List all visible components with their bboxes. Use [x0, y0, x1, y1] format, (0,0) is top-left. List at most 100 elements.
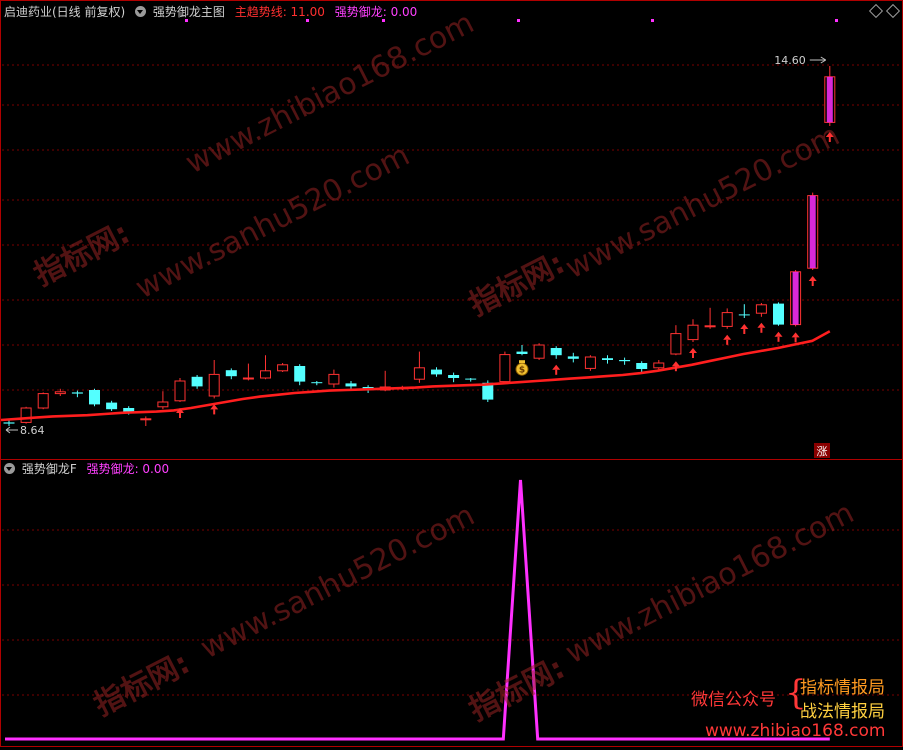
candle-body-up [755, 304, 767, 314]
promo-line1: 指标情报局 [800, 678, 885, 698]
up-arrow-icon [210, 404, 219, 415]
candle-body-down [516, 351, 528, 354]
candle-body-down [106, 402, 118, 410]
candle-body-down [773, 303, 784, 325]
up-arrow-icon [757, 322, 766, 333]
up-arrow-icon [671, 361, 680, 372]
up-arrow-stem [794, 337, 797, 343]
up-arrow-stem [692, 353, 694, 358]
promo-url[interactable]: www.zhibiao168.com [705, 721, 885, 741]
candle-body-up [140, 418, 152, 421]
candle-body-up [328, 373, 340, 385]
candle-body-up [653, 362, 665, 369]
candle-body-up [413, 367, 425, 380]
candle-body-up [584, 356, 596, 369]
marker-dot [651, 19, 654, 22]
up-arrow-stem [828, 137, 831, 142]
marker-dot [382, 19, 385, 22]
candle-body-up [687, 324, 699, 341]
up-arrow-head [825, 132, 834, 137]
candle-body-up [499, 354, 511, 383]
candle-body-up [533, 344, 545, 359]
marker-dot [835, 19, 838, 22]
candle-body-down [191, 376, 203, 387]
candle-body-down [311, 382, 323, 384]
up-arrow-stem [213, 409, 216, 415]
candle-body-down [225, 370, 237, 377]
up-arrow-head [774, 331, 783, 337]
up-arrow-icon [808, 276, 817, 286]
candle-body-up [704, 325, 716, 328]
main-indicator-name[interactable]: 强势御龙主图 [153, 5, 225, 19]
up-arrow-head [723, 334, 732, 340]
up-arrow-stem [811, 281, 814, 286]
up-arrow-stem [726, 339, 729, 345]
sub-dragon-line-value: 强势御龙: 0.00 [86, 462, 170, 476]
up-arrow-head [740, 324, 749, 329]
main-chart-header: 启迪药业(日线 前复权) 强势御龙主图 主趋势线: 11.00 强势御龙: 0.… [4, 5, 417, 19]
candle-body-down [345, 383, 357, 387]
candle-highlight [792, 271, 799, 325]
up-arrow-head [671, 361, 680, 367]
candle-body-up [37, 393, 49, 409]
up-arrow-stem [777, 336, 780, 342]
indicator-dropdown-icon[interactable] [135, 6, 147, 17]
candle-body-up [260, 370, 271, 379]
up-arrow-icon [689, 348, 697, 358]
candle-body-down [619, 360, 631, 362]
up-arrow-stem [555, 369, 558, 375]
window-frame [0, 0, 903, 747]
marker-dot [185, 19, 188, 22]
up-arrow-icon [552, 364, 561, 375]
up-arrow-head [791, 332, 800, 338]
candle-body-up [20, 407, 32, 423]
limit-up-badge: 涨 [814, 443, 830, 458]
candle-body-up [157, 401, 169, 408]
candle-body-up [670, 333, 682, 355]
candle-body-down [602, 358, 613, 360]
up-arrow-head [808, 276, 817, 281]
high-price-label: 14.60 [774, 54, 806, 67]
chart-canvas[interactable]: $14.60 8.64 涨 [0, 0, 903, 747]
trend-line-value: 主趋势线: 11.00 [234, 5, 325, 19]
money-bag-symbol: $ [519, 366, 525, 376]
promo-line2: 战法情报局 [800, 702, 885, 722]
up-arrow-icon [791, 332, 800, 343]
candle-body-down [550, 348, 562, 356]
candle-body-up [208, 373, 220, 397]
candle-body-down [448, 375, 460, 378]
candle-body-down [431, 369, 442, 375]
stock-title[interactable]: 启迪药业(日线 前复权) [4, 5, 125, 19]
up-arrow-icon [740, 324, 749, 334]
marker-dot [517, 19, 520, 22]
up-arrow-stem [760, 327, 763, 333]
candle-body-down [89, 390, 100, 405]
chart-window: $14.60 8.64 涨 www.zhibiao168.com www.sanhu… [0, 0, 903, 747]
indicator-dropdown-icon[interactable] [4, 463, 15, 474]
up-arrow-stem [674, 366, 677, 372]
sub-indicator-name[interactable]: 强势御龙F [22, 462, 77, 476]
candle-body-down [636, 363, 648, 369]
up-arrow-head [689, 348, 697, 353]
candle-body-down [738, 314, 750, 316]
candle-body-down [465, 378, 477, 380]
sub-chart-header: 强势御龙F 强势御龙: 0.00 [4, 462, 169, 476]
up-arrow-icon [774, 331, 783, 342]
candle-body-down [567, 356, 579, 359]
candle-body-up [54, 391, 66, 395]
up-arrow-stem [179, 413, 181, 418]
up-arrow-icon [825, 132, 834, 142]
money-bag-neck [519, 360, 525, 364]
candle-body-up [174, 380, 186, 402]
limit-up-badge-text: 涨 [817, 445, 828, 458]
up-arrow-stem [743, 329, 746, 334]
up-arrow-icon [723, 334, 732, 345]
low-price-label: 8.64 [20, 424, 45, 437]
candle-body-down [71, 392, 83, 394]
marker-dot [306, 19, 309, 22]
promo-wechat-label: 微信公众号 [691, 690, 776, 710]
candle-highlight [809, 195, 816, 269]
candle-body-up [277, 364, 289, 372]
candle-body-down [294, 366, 306, 382]
money-bag-icon: $ [515, 360, 529, 376]
